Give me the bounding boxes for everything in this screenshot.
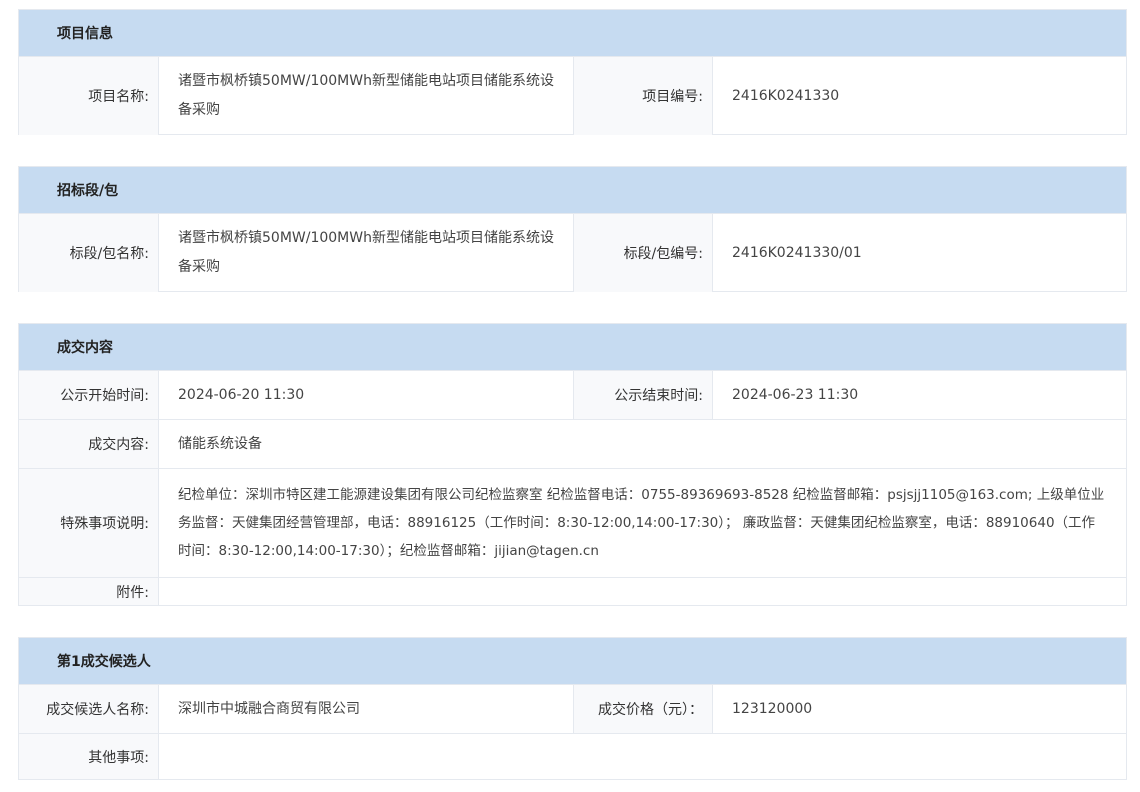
candidate-name-value: 深圳市中城融合商贸有限公司: [178, 700, 360, 717]
project-info-header: 项目信息: [19, 10, 1126, 56]
notice-page: 项目信息 项目名称: 诸暨市枫桥镇50MW/100MWh新型储能电站项目储能系统…: [0, 0, 1140, 792]
other-matters-value: [159, 734, 1126, 779]
project-name-label: 项目名称:: [19, 57, 159, 135]
deal-price-label: 成交价格（元）：: [573, 685, 713, 733]
bid-section-name-label: 标段/包名称:: [19, 214, 159, 292]
attachment-value: [159, 578, 1126, 605]
candidate-name-label: 成交候选人名称:: [19, 685, 159, 733]
project-name-value: 诸暨市枫桥镇50MW/100MWh新型储能电站项目储能系统设备采购: [178, 73, 554, 118]
publicity-end-value: 2024-06-23 11:30: [732, 386, 859, 403]
bid-section-name-value: 诸暨市枫桥镇50MW/100MWh新型储能电站项目储能系统设备采购: [178, 230, 554, 275]
attachment-label: 附件:: [19, 578, 159, 605]
publicity-start-value: 2024-06-20 11:30: [178, 386, 305, 403]
deal-content-value: 储能系统设备: [178, 435, 262, 452]
deal-content-header: 成交内容: [19, 324, 1126, 370]
candidate-row: 成交候选人名称: 深圳市中城融合商贸有限公司 成交价格（元）： 12312000…: [19, 684, 1126, 733]
project-info-row: 项目名称: 诸暨市枫桥镇50MW/100MWh新型储能电站项目储能系统设备采购 …: [19, 56, 1126, 135]
attachment-row: 附件:: [19, 577, 1126, 605]
candidate-section: 第1成交候选人 成交候选人名称: 深圳市中城融合商贸有限公司 成交价格（元）： …: [18, 637, 1127, 780]
bid-section-code-value: 2416K0241330/01: [732, 244, 862, 261]
project-info-section: 项目信息 项目名称: 诸暨市枫桥镇50MW/100MWh新型储能电站项目储能系统…: [18, 9, 1127, 135]
bid-section-section: 招标段/包 标段/包名称: 诸暨市枫桥镇50MW/100MWh新型储能电站项目储…: [18, 166, 1127, 292]
publicity-end-label: 公示结束时间:: [573, 371, 713, 419]
special-notes-row: 特殊事项说明: 纪检单位：深圳市特区建工能源建设集团有限公司纪检监察室 纪检监督…: [19, 468, 1126, 577]
deal-content-row: 成交内容: 储能系统设备: [19, 419, 1126, 468]
bid-section-header: 招标段/包: [19, 167, 1126, 213]
publicity-start-label: 公示开始时间:: [19, 371, 159, 419]
project-code-label: 项目编号:: [573, 57, 713, 135]
publicity-time-row: 公示开始时间: 2024-06-20 11:30 公示结束时间: 2024-06…: [19, 370, 1126, 419]
other-matters-row: 其他事项:: [19, 733, 1126, 779]
other-matters-label: 其他事项:: [19, 734, 159, 779]
deal-content-label: 成交内容:: [19, 420, 159, 468]
candidate-header: 第1成交候选人: [19, 638, 1126, 684]
bid-section-code-label: 标段/包编号:: [573, 214, 713, 292]
bid-section-row: 标段/包名称: 诸暨市枫桥镇50MW/100MWh新型储能电站项目储能系统设备采…: [19, 213, 1126, 292]
special-notes-value: 纪检单位：深圳市特区建工能源建设集团有限公司纪检监察室 纪检监督电话：0755-…: [178, 487, 1105, 559]
project-code-value: 2416K0241330: [732, 87, 840, 104]
special-notes-label: 特殊事项说明:: [19, 469, 159, 577]
deal-price-value: 123120000: [732, 700, 813, 717]
deal-content-section: 成交内容 公示开始时间: 2024-06-20 11:30 公示结束时间: 20…: [18, 323, 1127, 606]
